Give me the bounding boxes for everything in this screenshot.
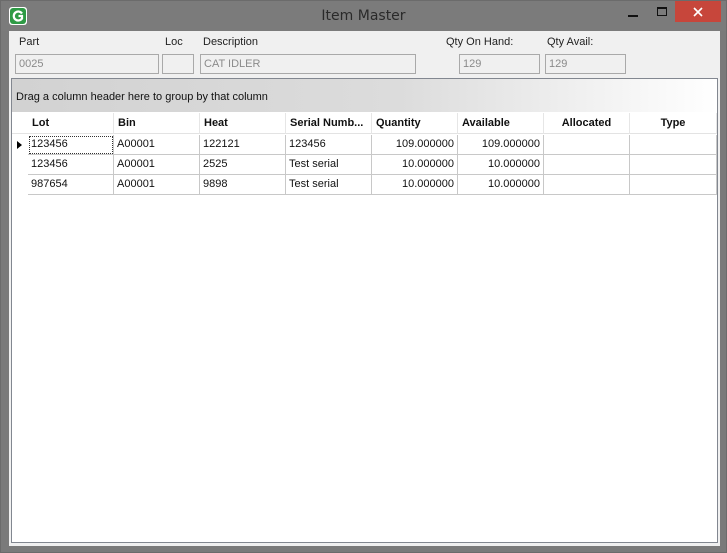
cell-allocated[interactable]: [544, 175, 630, 195]
cell-type[interactable]: [630, 175, 717, 195]
cell-lot[interactable]: 987654: [28, 175, 114, 195]
minimize-button[interactable]: [618, 1, 648, 22]
maximize-icon: [657, 6, 667, 16]
cell-quantity[interactable]: 10.000000: [372, 175, 458, 195]
column-header-lot[interactable]: Lot: [28, 113, 114, 134]
column-header-heat[interactable]: Heat: [200, 113, 286, 134]
maximize-button[interactable]: [647, 1, 677, 22]
item-master-window: Item Master Part 0025 Loc Description CA…: [0, 0, 727, 553]
client-area: Part 0025 Loc Description CAT IDLER Qty …: [9, 31, 720, 546]
qty-avail-field[interactable]: 129: [545, 54, 626, 74]
cell-serial-number[interactable]: 123456: [286, 135, 372, 155]
minimize-icon: [628, 14, 638, 17]
qty-avail-label: Qty Avail:: [547, 36, 594, 48]
cell-quantity[interactable]: 109.000000: [372, 135, 458, 155]
table-row[interactable]: 123456 A00001 122121 123456 109.000000 1…: [12, 135, 717, 155]
column-header-allocated[interactable]: Allocated: [544, 113, 630, 134]
title-bar[interactable]: Item Master: [1, 1, 726, 31]
cell-lot[interactable]: 123456: [28, 135, 114, 155]
table-row[interactable]: 123456 A00001 2525 Test serial 10.000000…: [12, 155, 717, 175]
cell-heat[interactable]: 122121: [200, 135, 286, 155]
cell-bin[interactable]: A00001: [114, 175, 200, 195]
cell-allocated[interactable]: [544, 155, 630, 175]
cell-bin[interactable]: A00001: [114, 135, 200, 155]
inventory-grid[interactable]: Drag a column header here to group by th…: [11, 78, 718, 543]
description-label: Description: [203, 36, 259, 48]
current-row-indicator-icon: [17, 141, 22, 149]
group-by-panel[interactable]: Drag a column header here to group by th…: [12, 79, 717, 112]
loc-label: Loc: [165, 36, 183, 48]
cell-serial-number[interactable]: Test serial: [286, 155, 372, 175]
cell-available[interactable]: 10.000000: [458, 155, 544, 175]
cell-quantity[interactable]: 10.000000: [372, 155, 458, 175]
loc-field[interactable]: [162, 54, 194, 74]
part-label: Part: [19, 36, 40, 48]
column-header-quantity[interactable]: Quantity: [372, 113, 458, 134]
qty-on-hand-label: Qty On Hand:: [446, 36, 514, 48]
cell-available[interactable]: 109.000000: [458, 135, 544, 155]
qty-on-hand-field[interactable]: 129: [459, 54, 540, 74]
column-header-row: Lot Bin Heat Serial Numb... Quantity Ava…: [12, 113, 717, 134]
cell-bin[interactable]: A00001: [114, 155, 200, 175]
table-row[interactable]: 987654 A00001 9898 Test serial 10.000000…: [12, 175, 717, 195]
column-header-available[interactable]: Available: [458, 113, 544, 134]
column-header-bin[interactable]: Bin: [114, 113, 200, 134]
column-header-type[interactable]: Type: [630, 113, 717, 134]
cell-type[interactable]: [630, 155, 717, 175]
cell-serial-number[interactable]: Test serial: [286, 175, 372, 195]
cell-heat[interactable]: 2525: [200, 155, 286, 175]
close-button[interactable]: [675, 1, 721, 22]
part-field[interactable]: 0025: [15, 54, 159, 74]
column-header-serial-number[interactable]: Serial Numb...: [286, 113, 372, 134]
cell-lot[interactable]: 123456: [28, 155, 114, 175]
cell-available[interactable]: 10.000000: [458, 175, 544, 195]
description-field[interactable]: CAT IDLER: [200, 54, 416, 74]
close-icon: [693, 6, 703, 17]
cell-heat[interactable]: 9898: [200, 175, 286, 195]
cell-allocated[interactable]: [544, 135, 630, 155]
cell-type[interactable]: [630, 135, 717, 155]
